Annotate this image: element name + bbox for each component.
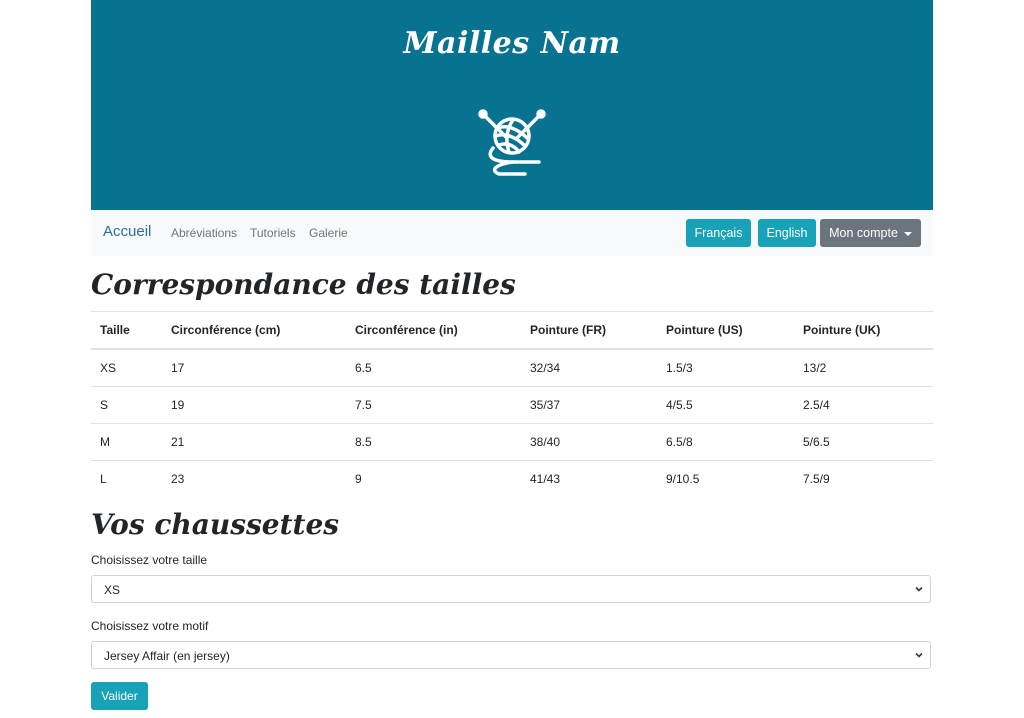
- nav-home-link[interactable]: Accueil: [103, 223, 151, 240]
- page-container: Mailles Nam Accueil Abréviations Tutorie…: [91, 0, 933, 710]
- pattern-select-label: Choisissez votre motif: [91, 619, 209, 633]
- table-row: XS 17 6.5 32/34 1.5/3 13/2: [91, 349, 933, 387]
- table-cell: 1.5/3: [657, 349, 794, 387]
- chevron-down-icon: [915, 586, 923, 592]
- table-cell: 9/10.5: [666, 472, 700, 486]
- sizes-table: Taille Circonférence (cm) Circonférence …: [91, 311, 933, 497]
- column-header: Taille: [91, 311, 162, 350]
- table-cell: 4/5.5: [657, 386, 794, 424]
- table-cell: 8.5: [346, 423, 521, 461]
- table-cell: 9: [355, 472, 362, 486]
- lang-fr-button[interactable]: Français: [686, 219, 751, 247]
- table-cell: S: [91, 386, 162, 424]
- table-row: M 21 8.5 38/40 6.5/8 5/6.5: [91, 423, 933, 461]
- table-row: S 19 7.5 35/37 4/5.5 2.5/4: [91, 386, 933, 424]
- size-select-label: Choisissez votre taille: [91, 553, 208, 567]
- account-dropdown-button[interactable]: Mon compte: [820, 219, 921, 247]
- table-cell: 5/6.5: [794, 423, 933, 461]
- size-select-value: XS: [104, 583, 121, 597]
- column-header: Pointure (US): [657, 311, 794, 350]
- lang-en-button[interactable]: English: [758, 219, 816, 247]
- table-row: L 23 9 41/43 9/10.5 7.5/9: [91, 461, 933, 498]
- table-cell: 38/40: [521, 423, 657, 461]
- table-cell: 35/37: [521, 386, 657, 424]
- nav-link-abreviations[interactable]: Abréviations: [171, 226, 237, 240]
- pattern-select[interactable]: Jersey Affair (en jersey): [91, 641, 931, 669]
- submit-button[interactable]: Valider: [91, 682, 148, 710]
- table-cell: M: [91, 423, 162, 461]
- column-header: Pointure (UK): [794, 311, 933, 350]
- sizes-heading: Correspondance des tailles: [91, 268, 516, 301]
- table-cell: 6.5/8: [657, 423, 794, 461]
- table-cell: 23: [171, 472, 185, 486]
- pattern-select-value: Jersey Affair (en jersey): [104, 649, 230, 663]
- chevron-down-icon: [915, 652, 923, 658]
- table-cell: 2.5/4: [794, 386, 933, 424]
- account-label: Mon compte: [829, 226, 898, 240]
- site-title: Mailles Nam: [403, 26, 621, 61]
- nav-link-galerie[interactable]: Galerie: [309, 226, 348, 240]
- table-cell: 21: [162, 423, 346, 461]
- header-banner: Mailles Nam: [91, 0, 933, 210]
- table-cell: 32/34: [521, 349, 657, 387]
- socks-heading: Vos chaussettes: [91, 508, 340, 541]
- table-cell: 19: [162, 386, 346, 424]
- chevron-down-icon: [903, 231, 912, 236]
- table-header-row: Taille Circonférence (cm) Circonférence …: [91, 311, 933, 350]
- lang-en-label: English: [766, 226, 808, 240]
- table-cell: XS: [91, 349, 162, 387]
- lang-fr-label: Français: [694, 226, 743, 240]
- column-header: Circonférence (in): [346, 311, 521, 350]
- table-cell: 7.5/9: [803, 472, 830, 486]
- table-cell: 17: [162, 349, 346, 387]
- yarn-ball-needles-icon: [478, 109, 546, 176]
- navbar: Accueil Abréviations Tutoriels Galerie F…: [91, 210, 933, 256]
- size-select[interactable]: XS: [91, 575, 931, 603]
- table-cell: 41/43: [530, 472, 561, 486]
- column-header: Pointure (FR): [521, 311, 657, 350]
- table-cell: 13/2: [794, 349, 933, 387]
- nav-link-tutoriels[interactable]: Tutoriels: [250, 226, 296, 240]
- table-cell: 7.5: [346, 386, 521, 424]
- table-cell: L: [100, 472, 107, 486]
- column-header: Circonférence (cm): [162, 311, 346, 350]
- table-cell: 6.5: [346, 349, 521, 387]
